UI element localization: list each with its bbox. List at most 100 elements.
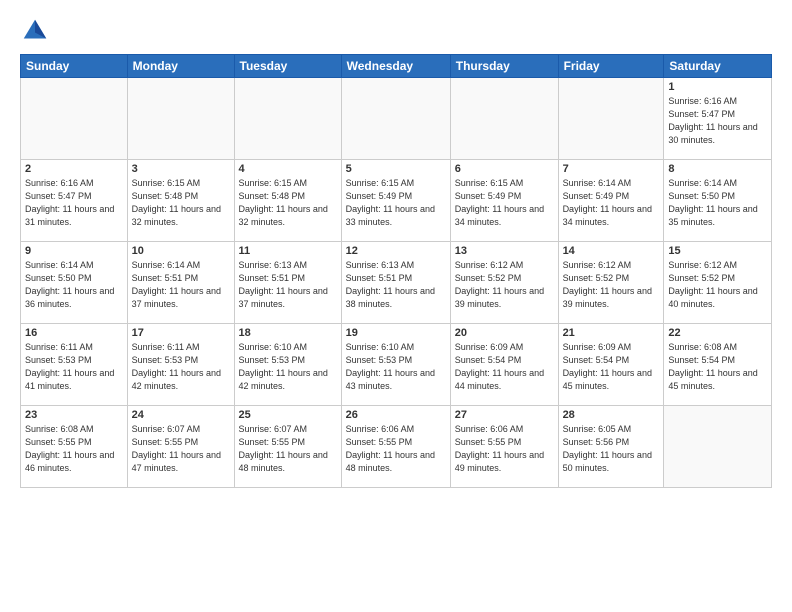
calendar-cell: [21, 78, 128, 160]
day-number: 24: [132, 409, 230, 421]
day-info: Sunrise: 6:16 AM Sunset: 5:47 PM Dayligh…: [25, 177, 123, 229]
col-header-saturday: Saturday: [664, 55, 772, 78]
calendar: SundayMondayTuesdayWednesdayThursdayFrid…: [20, 54, 772, 488]
day-info: Sunrise: 6:08 AM Sunset: 5:55 PM Dayligh…: [25, 423, 123, 475]
day-number: 14: [563, 245, 660, 257]
calendar-cell: 27 Sunrise: 6:06 AM Sunset: 5:55 PM Dayli…: [450, 406, 558, 488]
day-number: 8: [668, 163, 767, 175]
calendar-cell: 14 Sunrise: 6:12 AM Sunset: 5:52 PM Dayli…: [558, 242, 664, 324]
calendar-cell: 28 Sunrise: 6:05 AM Sunset: 5:56 PM Dayli…: [558, 406, 664, 488]
day-number: 2: [25, 163, 123, 175]
day-number: 27: [455, 409, 554, 421]
day-number: 12: [346, 245, 446, 257]
calendar-week-4: 23 Sunrise: 6:08 AM Sunset: 5:55 PM Dayli…: [21, 406, 772, 488]
day-info: Sunrise: 6:11 AM Sunset: 5:53 PM Dayligh…: [132, 341, 230, 393]
day-info: Sunrise: 6:15 AM Sunset: 5:49 PM Dayligh…: [346, 177, 446, 229]
calendar-cell: [558, 78, 664, 160]
calendar-cell: [664, 406, 772, 488]
day-info: Sunrise: 6:14 AM Sunset: 5:50 PM Dayligh…: [668, 177, 767, 229]
col-header-tuesday: Tuesday: [234, 55, 341, 78]
calendar-cell: 3 Sunrise: 6:15 AM Sunset: 5:48 PM Daylig…: [127, 160, 234, 242]
day-number: 22: [668, 327, 767, 339]
col-header-wednesday: Wednesday: [341, 55, 450, 78]
day-info: Sunrise: 6:06 AM Sunset: 5:55 PM Dayligh…: [455, 423, 554, 475]
day-number: 28: [563, 409, 660, 421]
day-number: 16: [25, 327, 123, 339]
calendar-cell: 9 Sunrise: 6:14 AM Sunset: 5:50 PM Daylig…: [21, 242, 128, 324]
page: SundayMondayTuesdayWednesdayThursdayFrid…: [0, 0, 792, 612]
day-number: 23: [25, 409, 123, 421]
calendar-cell: 22 Sunrise: 6:08 AM Sunset: 5:54 PM Dayli…: [664, 324, 772, 406]
calendar-cell: 23 Sunrise: 6:08 AM Sunset: 5:55 PM Dayli…: [21, 406, 128, 488]
calendar-cell: [450, 78, 558, 160]
col-header-friday: Friday: [558, 55, 664, 78]
calendar-cell: 20 Sunrise: 6:09 AM Sunset: 5:54 PM Dayli…: [450, 324, 558, 406]
calendar-cell: 7 Sunrise: 6:14 AM Sunset: 5:49 PM Daylig…: [558, 160, 664, 242]
day-number: 7: [563, 163, 660, 175]
day-info: Sunrise: 6:14 AM Sunset: 5:49 PM Dayligh…: [563, 177, 660, 229]
day-info: Sunrise: 6:06 AM Sunset: 5:55 PM Dayligh…: [346, 423, 446, 475]
calendar-week-0: 1Sunrise: 6:16 AM Sunset: 5:47 PM Daylig…: [21, 78, 772, 160]
calendar-header-row: SundayMondayTuesdayWednesdayThursdayFrid…: [21, 55, 772, 78]
calendar-week-2: 9 Sunrise: 6:14 AM Sunset: 5:50 PM Daylig…: [21, 242, 772, 324]
day-number: 9: [25, 245, 123, 257]
day-number: 15: [668, 245, 767, 257]
calendar-cell: 1Sunrise: 6:16 AM Sunset: 5:47 PM Daylig…: [664, 78, 772, 160]
calendar-week-3: 16 Sunrise: 6:11 AM Sunset: 5:53 PM Dayli…: [21, 324, 772, 406]
calendar-cell: 16 Sunrise: 6:11 AM Sunset: 5:53 PM Dayli…: [21, 324, 128, 406]
day-info: Sunrise: 6:16 AM Sunset: 5:47 PM Dayligh…: [668, 95, 767, 147]
day-info: Sunrise: 6:10 AM Sunset: 5:53 PM Dayligh…: [239, 341, 337, 393]
calendar-cell: 19 Sunrise: 6:10 AM Sunset: 5:53 PM Dayli…: [341, 324, 450, 406]
col-header-sunday: Sunday: [21, 55, 128, 78]
calendar-cell: [341, 78, 450, 160]
day-info: Sunrise: 6:12 AM Sunset: 5:52 PM Dayligh…: [563, 259, 660, 311]
day-number: 6: [455, 163, 554, 175]
day-info: Sunrise: 6:08 AM Sunset: 5:54 PM Dayligh…: [668, 341, 767, 393]
day-info: Sunrise: 6:07 AM Sunset: 5:55 PM Dayligh…: [132, 423, 230, 475]
calendar-cell: 5 Sunrise: 6:15 AM Sunset: 5:49 PM Daylig…: [341, 160, 450, 242]
calendar-cell: 24 Sunrise: 6:07 AM Sunset: 5:55 PM Dayli…: [127, 406, 234, 488]
day-number: 17: [132, 327, 230, 339]
day-number: 25: [239, 409, 337, 421]
day-info: Sunrise: 6:05 AM Sunset: 5:56 PM Dayligh…: [563, 423, 660, 475]
day-info: Sunrise: 6:07 AM Sunset: 5:55 PM Dayligh…: [239, 423, 337, 475]
day-info: Sunrise: 6:09 AM Sunset: 5:54 PM Dayligh…: [563, 341, 660, 393]
calendar-cell: 17 Sunrise: 6:11 AM Sunset: 5:53 PM Dayli…: [127, 324, 234, 406]
calendar-cell: 12 Sunrise: 6:13 AM Sunset: 5:51 PM Dayli…: [341, 242, 450, 324]
calendar-cell: 18 Sunrise: 6:10 AM Sunset: 5:53 PM Dayli…: [234, 324, 341, 406]
day-info: Sunrise: 6:15 AM Sunset: 5:49 PM Dayligh…: [455, 177, 554, 229]
calendar-cell: 6 Sunrise: 6:15 AM Sunset: 5:49 PM Daylig…: [450, 160, 558, 242]
logo: [20, 16, 54, 46]
day-info: Sunrise: 6:15 AM Sunset: 5:48 PM Dayligh…: [239, 177, 337, 229]
calendar-cell: 11Sunrise: 6:13 AM Sunset: 5:51 PM Dayli…: [234, 242, 341, 324]
day-number: 5: [346, 163, 446, 175]
day-info: Sunrise: 6:14 AM Sunset: 5:50 PM Dayligh…: [25, 259, 123, 311]
day-info: Sunrise: 6:11 AM Sunset: 5:53 PM Dayligh…: [25, 341, 123, 393]
day-number: 3: [132, 163, 230, 175]
day-number: 13: [455, 245, 554, 257]
day-info: Sunrise: 6:13 AM Sunset: 5:51 PM Dayligh…: [346, 259, 446, 311]
day-number: 11: [239, 245, 337, 257]
day-info: Sunrise: 6:10 AM Sunset: 5:53 PM Dayligh…: [346, 341, 446, 393]
calendar-cell: 15 Sunrise: 6:12 AM Sunset: 5:52 PM Dayli…: [664, 242, 772, 324]
day-info: Sunrise: 6:09 AM Sunset: 5:54 PM Dayligh…: [455, 341, 554, 393]
calendar-cell: 2 Sunrise: 6:16 AM Sunset: 5:47 PM Daylig…: [21, 160, 128, 242]
day-number: 26: [346, 409, 446, 421]
day-number: 19: [346, 327, 446, 339]
day-number: 10: [132, 245, 230, 257]
calendar-cell: [234, 78, 341, 160]
day-info: Sunrise: 6:12 AM Sunset: 5:52 PM Dayligh…: [455, 259, 554, 311]
day-number: 18: [239, 327, 337, 339]
day-number: 21: [563, 327, 660, 339]
day-info: Sunrise: 6:15 AM Sunset: 5:48 PM Dayligh…: [132, 177, 230, 229]
header: [20, 16, 772, 46]
col-header-monday: Monday: [127, 55, 234, 78]
day-number: 20: [455, 327, 554, 339]
day-info: Sunrise: 6:12 AM Sunset: 5:52 PM Dayligh…: [668, 259, 767, 311]
calendar-cell: 8 Sunrise: 6:14 AM Sunset: 5:50 PM Daylig…: [664, 160, 772, 242]
col-header-thursday: Thursday: [450, 55, 558, 78]
day-number: 4: [239, 163, 337, 175]
calendar-cell: 21 Sunrise: 6:09 AM Sunset: 5:54 PM Dayli…: [558, 324, 664, 406]
calendar-cell: 25 Sunrise: 6:07 AM Sunset: 5:55 PM Dayli…: [234, 406, 341, 488]
calendar-week-1: 2 Sunrise: 6:16 AM Sunset: 5:47 PM Daylig…: [21, 160, 772, 242]
